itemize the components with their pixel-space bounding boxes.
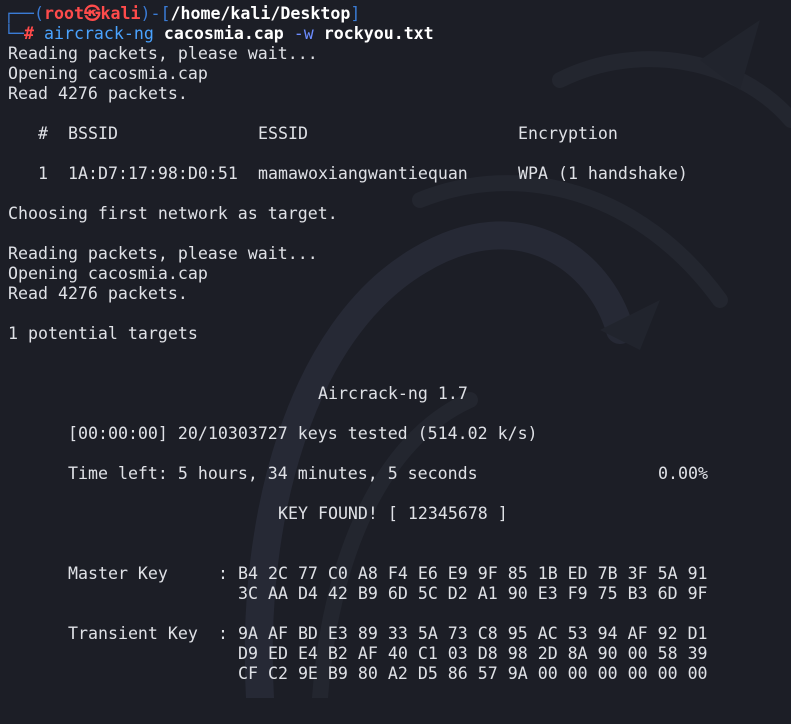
progress-line: [00:00:00] 20/10303727 keys tested (514.… bbox=[0, 424, 791, 444]
command-line[interactable]: └─# aircrack-ng cacosmia.cap -w rockyou.… bbox=[0, 24, 791, 44]
time-left: Time left: 5 hours, 34 minutes, 5 second… bbox=[68, 464, 478, 483]
output-potential-targets: 1 potential targets bbox=[8, 324, 198, 343]
header-num: # bbox=[38, 124, 48, 143]
network-table-row: 1 1A:D7:17:98:D0:51 mamawoxiangwantiequa… bbox=[0, 164, 791, 184]
master-key-bytes: 3C AA D4 42 B9 6D 5C D2 A1 90 E3 F9 75 B… bbox=[238, 584, 708, 603]
prompt-separator: )-[ bbox=[140, 4, 171, 23]
percent-complete: 0.00% bbox=[658, 464, 708, 483]
row-num: 1 bbox=[38, 164, 48, 183]
key-found: KEY FOUND! [ 12345678 ] bbox=[278, 504, 508, 523]
output-read-packets: Read 4276 packets. bbox=[8, 84, 188, 103]
aircrack-title-line: Aircrack-ng 1.7 bbox=[0, 384, 791, 404]
master-key-colon: : bbox=[218, 564, 228, 583]
terminal-output[interactable]: ┌──(root㉿kali)-[/home/kali/Desktop] └─# … bbox=[0, 4, 791, 684]
network-table-header: # BSSID ESSID Encryption bbox=[0, 124, 791, 144]
key-found-line: KEY FOUND! [ 12345678 ] bbox=[0, 504, 791, 524]
command-wordlist: rockyou.txt bbox=[323, 24, 434, 43]
prompt-bracket: ] bbox=[350, 4, 361, 23]
transient-key-line-2: D9 ED E4 B2 AF 40 C1 03 D8 98 2D 8A 90 0… bbox=[0, 644, 791, 664]
time-left-line: Time left: 5 hours, 34 minutes, 5 second… bbox=[0, 464, 791, 484]
output-opening-file: Opening cacosmia.cap bbox=[8, 64, 208, 83]
prompt-corner-bottom: └─ bbox=[4, 24, 24, 43]
transient-key-label: Transient Key bbox=[68, 624, 198, 643]
output-opening-file-2: Opening cacosmia.cap bbox=[8, 264, 208, 283]
command-capture-file: cacosmia.cap bbox=[163, 24, 284, 43]
header-bssid: BSSID bbox=[68, 124, 118, 143]
prompt-corner-top: ┌──( bbox=[4, 4, 44, 23]
header-encryption: Encryption bbox=[518, 124, 618, 143]
prompt-user: root bbox=[43, 4, 84, 23]
row-encryption: WPA (1 handshake) bbox=[518, 164, 688, 183]
output-choosing-target: Choosing first network as target. bbox=[8, 204, 338, 223]
command-wordlist-flag: -w bbox=[293, 24, 314, 43]
row-essid: mamawoxiangwantiequan bbox=[258, 164, 468, 183]
transient-key-line-3: CF C2 9E B9 80 A2 D5 86 57 9A 00 00 00 0… bbox=[0, 664, 791, 684]
keys-tested-progress: [00:00:00] 20/10303727 keys tested (514.… bbox=[68, 424, 538, 443]
output-reading-packets: Reading packets, please wait... bbox=[8, 44, 318, 63]
transient-key-bytes: 9A AF BD E3 89 33 5A 73 C8 95 AC 53 94 A… bbox=[238, 624, 708, 643]
transient-key-colon: : bbox=[218, 624, 228, 643]
output-read-packets-2: Read 4276 packets. bbox=[8, 284, 188, 303]
prompt-host: kali bbox=[100, 4, 141, 23]
command-program: aircrack-ng bbox=[43, 24, 154, 43]
prompt-hash: # bbox=[23, 24, 34, 43]
row-bssid: 1A:D7:17:98:D0:51 bbox=[68, 164, 238, 183]
transient-key-bytes: CF C2 9E B9 80 A2 D5 86 57 9A 00 00 00 0… bbox=[238, 664, 708, 683]
transient-key-bytes: D9 ED E4 B2 AF 40 C1 03 D8 98 2D 8A 90 0… bbox=[238, 644, 708, 663]
master-key-label: Master Key bbox=[68, 564, 168, 583]
prompt-skull-icon: ㉿ bbox=[83, 4, 101, 23]
master-key-bytes: B4 2C 77 C0 A8 F4 E6 E9 9F 85 1B ED 7B 3… bbox=[238, 564, 708, 583]
master-key-line-1: Master Key : B4 2C 77 C0 A8 F4 E6 E9 9F … bbox=[0, 564, 791, 584]
header-essid: ESSID bbox=[258, 124, 308, 143]
prompt-line: ┌──(root㉿kali)-[/home/kali/Desktop] bbox=[0, 4, 791, 24]
master-key-line-2: 3C AA D4 42 B9 6D 5C D2 A1 90 E3 F9 75 B… bbox=[0, 584, 791, 604]
output-reading-packets-2: Reading packets, please wait... bbox=[8, 244, 318, 263]
prompt-path: /home/kali/Desktop bbox=[170, 4, 351, 23]
aircrack-title: Aircrack-ng 1.7 bbox=[318, 384, 468, 403]
transient-key-line-1: Transient Key : 9A AF BD E3 89 33 5A 73 … bbox=[0, 624, 791, 644]
